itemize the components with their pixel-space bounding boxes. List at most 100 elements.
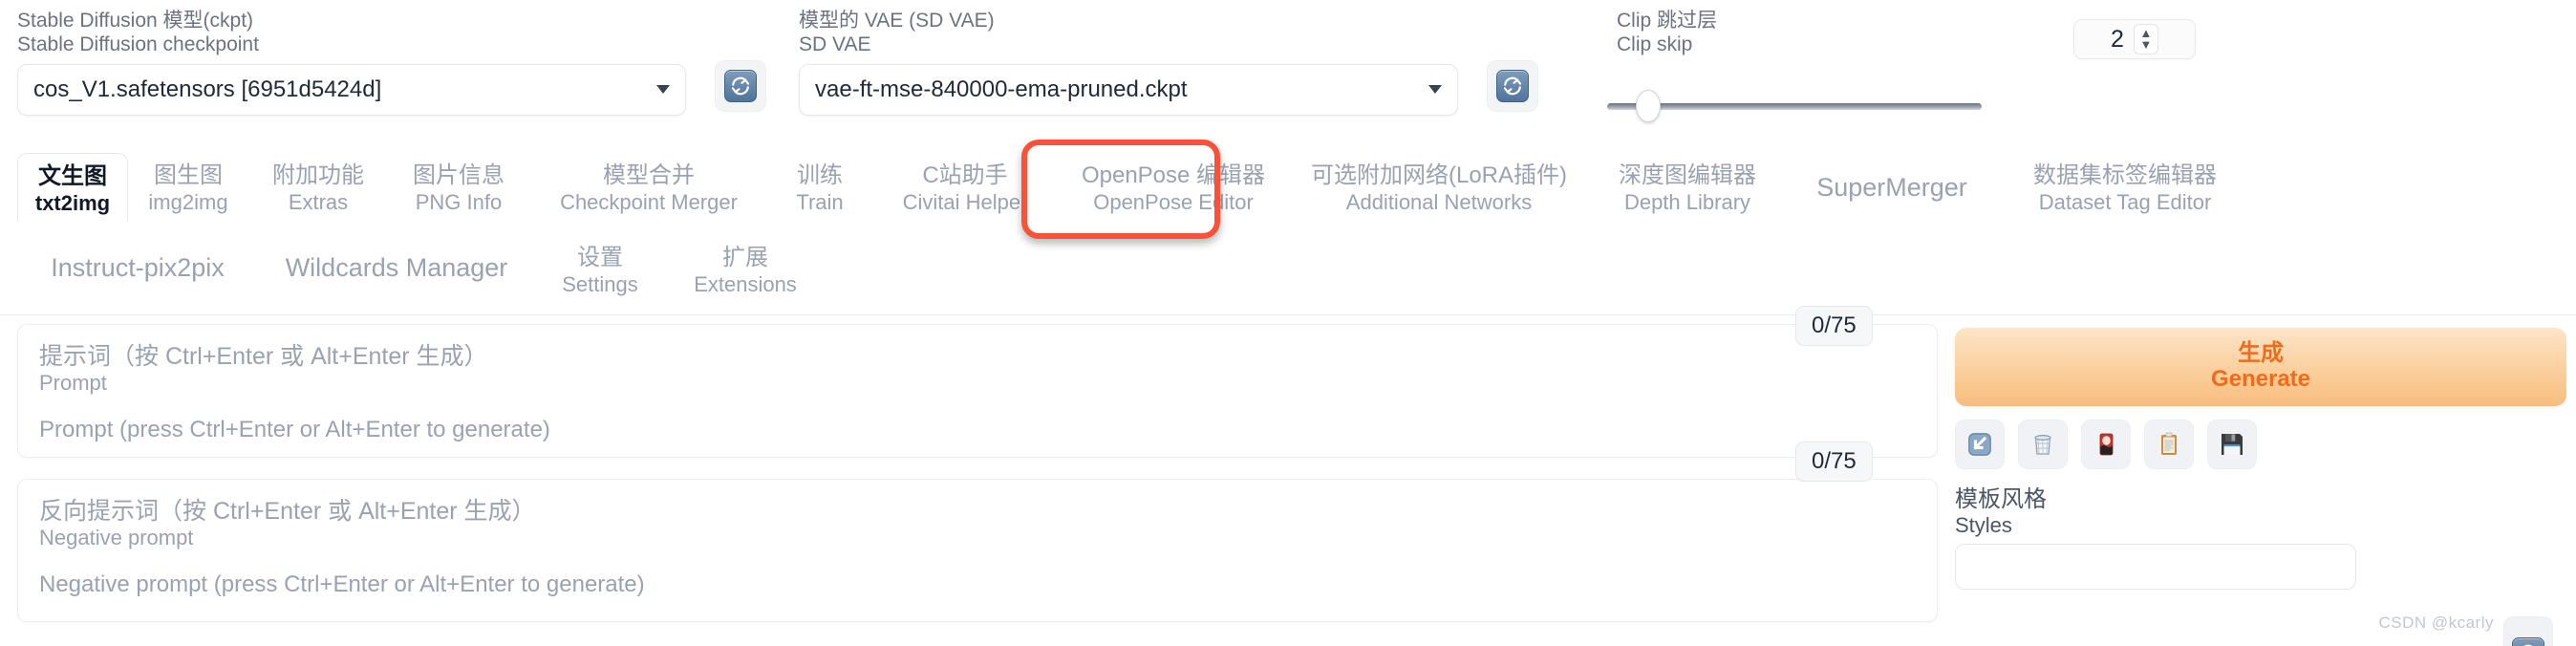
clip-skip-slider-thumb[interactable] (1636, 90, 1661, 122)
tab-depth-library-en: Depth Library (1623, 189, 1751, 214)
prompt-box: 提示词（按 Ctrl+Enter 或 Alt+Enter 生成） Prompt … (17, 324, 1938, 458)
sd-vae-refresh-button[interactable] (1487, 60, 1538, 112)
tab-extras-en: Extras (288, 189, 349, 214)
prompt-label-en: Prompt (39, 371, 107, 395)
tab-additional-networks-cn: 可选附加网络(LoRA插件) (1310, 162, 1568, 188)
chevron-down-icon: ▼ (2139, 37, 2153, 52)
tab-txt2img-en: txt2img (34, 190, 111, 215)
tab-openpose-editor-cn: OpenPose 编辑器 (1081, 162, 1266, 188)
prompt-tool-row (1955, 420, 2566, 469)
chevron-down-icon (656, 85, 670, 95)
tab-openpose-editor[interactable]: OpenPose 编辑器 OpenPose Editor (1059, 153, 1288, 221)
sd-vae-label: 模型的 VAE (SD VAE) SD VAE (799, 10, 1458, 57)
negative-prompt-input[interactable]: Negative prompt (press Ctrl+Enter or Alt… (39, 571, 1916, 602)
prompt-column: 提示词（按 Ctrl+Enter 或 Alt+Enter 生成） Prompt … (17, 324, 1938, 622)
styles-dropdown[interactable] (1955, 544, 2356, 591)
tab-additional-networks[interactable]: 可选附加网络(LoRA插件) Additional Networks (1288, 153, 1590, 221)
tab-supermerger[interactable]: SuperMerger (1785, 153, 1999, 208)
sd-vae-label-cn: 模型的 VAE (SD VAE) (799, 10, 995, 32)
tab-txt2img[interactable]: 文生图 txt2img (17, 153, 128, 224)
negative-prompt-label-cn: 反向提示词（按 Ctrl+Enter 或 Alt+Enter 生成） (39, 498, 536, 525)
generate-button-cn: 生成 (2238, 340, 2284, 367)
save-style-button[interactable] (2207, 420, 2257, 469)
clear-prompt-button[interactable] (2018, 420, 2068, 469)
wastebasket-icon (2034, 435, 2051, 455)
clip-skip-field: Clip 跳过层 Clip skip 2 ▲ ▼ (1605, 10, 2312, 122)
sd-vae-refresh-block (1487, 10, 1538, 112)
restore-progress-icon (1968, 433, 1991, 456)
tab-img2img[interactable]: 图生图 img2img (128, 153, 248, 221)
tabs-row-1: 文生图 txt2img 图生图 img2img 附加功能 Extras 图片信息… (17, 153, 2251, 224)
clip-skip-label-en: Clip skip (1617, 32, 1693, 55)
prompt-token-counter: 0/75 (1795, 306, 1873, 346)
tab-depth-library-cn: 深度图编辑器 (1619, 162, 1756, 188)
tab-wildcards-manager[interactable]: Wildcards Manager (258, 231, 535, 289)
prompt-label-cn: 提示词（按 Ctrl+Enter 或 Alt+Enter 生成） (39, 343, 488, 370)
tab-checkpoint-merger-en: Checkpoint Merger (560, 189, 738, 214)
tab-train-en: Train (796, 189, 844, 214)
prompt-label: 提示词（按 Ctrl+Enter 或 Alt+Enter 生成） Prompt (39, 342, 1916, 396)
negative-prompt-box: 反向提示词（按 Ctrl+Enter 或 Alt+Enter 生成） Negat… (17, 479, 1938, 622)
tab-supermerger-cn: SuperMerger (1816, 173, 1967, 202)
tab-additional-networks-en: Additional Networks (1345, 189, 1533, 214)
tab-png-info-cn: 图片信息 (413, 162, 504, 188)
tab-settings-en: Settings (562, 271, 638, 296)
tab-png-info[interactable]: 图片信息 PNG Info (388, 153, 529, 221)
tab-extensions[interactable]: 扩展 Extensions (665, 231, 826, 303)
chevron-down-icon (1428, 85, 1442, 95)
main-content: 提示词（按 Ctrl+Enter 或 Alt+Enter 生成） Prompt … (0, 306, 2576, 646)
refresh-icon (2512, 637, 2544, 646)
main-tabs: 文生图 txt2img 图生图 img2img 附加功能 Extras 图片信息… (0, 140, 2576, 315)
negative-prompt-token-counter: 0/75 (1795, 441, 1873, 482)
apply-style-button[interactable] (2081, 420, 2131, 469)
clipboard-icon (2161, 432, 2177, 455)
generate-button[interactable]: 生成 Generate (1955, 328, 2566, 406)
clip-skip-label: Clip 跳过层 Clip skip (1605, 10, 2312, 57)
paste-clipboard-button[interactable] (2144, 420, 2194, 469)
tabs-row-2: Instruct-pix2pix Wildcards Manager 设置 Se… (17, 231, 826, 303)
tab-civitai-helper[interactable]: C站助手 Civitai Helper (871, 153, 1059, 221)
tab-dataset-tag-editor-cn: 数据集标签编辑器 (2033, 162, 2217, 188)
styles-label: 模板风格 Styles (1955, 486, 2566, 538)
clip-skip-stepper[interactable]: ▲ ▼ (2133, 24, 2158, 54)
checkpoint-dropdown[interactable]: cos_V1.safetensors [6951d5424d] (17, 63, 686, 116)
checkpoint-value: cos_V1.safetensors [6951d5424d] (33, 75, 382, 102)
tab-extras[interactable]: 附加功能 Extras (248, 153, 388, 221)
generate-button-en: Generate (2210, 366, 2311, 392)
tab-png-info-en: PNG Info (415, 189, 503, 214)
csdn-watermark: CSDN @kcarly (2378, 614, 2494, 632)
tab-extensions-cn: 扩展 (722, 245, 768, 270)
sd-vae-dropdown[interactable]: vae-ft-mse-840000-ema-pruned.ckpt (799, 63, 1458, 116)
clip-skip-number-input[interactable]: 2 ▲ ▼ (2073, 19, 2196, 59)
tab-img2img-en: img2img (148, 189, 228, 214)
tab-checkpoint-merger[interactable]: 模型合并 Checkpoint Merger (529, 153, 768, 221)
tab-extensions-en: Extensions (694, 271, 797, 296)
styles-label-en: Styles (1955, 513, 2012, 538)
tab-instruct-pix2pix[interactable]: Instruct-pix2pix (17, 231, 258, 289)
tab-dataset-tag-editor[interactable]: 数据集标签编辑器 Dataset Tag Editor (1999, 153, 2251, 221)
negative-prompt-label-en: Negative prompt (39, 526, 194, 549)
tab-settings[interactable]: 设置 Settings (535, 231, 665, 303)
clip-skip-slider-track[interactable] (1607, 103, 1982, 110)
tab-extras-cn: 附加功能 (272, 162, 364, 188)
tab-wildcards-manager-cn: Wildcards Manager (285, 253, 508, 282)
refresh-icon (724, 70, 757, 102)
webui-page: Stable Diffusion 模型(ckpt) Stable Diffusi… (0, 0, 2576, 646)
tab-civitai-helper-cn: C站助手 (922, 162, 1008, 188)
tab-train[interactable]: 训练 Train (768, 153, 871, 221)
checkpoint-refresh-button[interactable] (715, 60, 766, 112)
clip-skip-label-cn: Clip 跳过层 (1617, 10, 1718, 32)
styles-label-cn: 模板风格 (1955, 486, 2047, 512)
tab-dataset-tag-editor-en: Dataset Tag Editor (2038, 189, 2212, 214)
tab-openpose-editor-en: OpenPose Editor (1093, 189, 1254, 214)
prompt-input[interactable]: Prompt (press Ctrl+Enter or Alt+Enter to… (39, 417, 1916, 447)
tab-instruct-pix2pix-cn: Instruct-pix2pix (51, 253, 225, 282)
tab-depth-library[interactable]: 深度图编辑器 Depth Library (1590, 153, 1785, 221)
tab-txt2img-cn: 文生图 (38, 163, 107, 189)
tab-train-cn: 训练 (797, 162, 843, 188)
sd-vae-label-en: SD VAE (799, 32, 871, 55)
top-settings-bar: Stable Diffusion 模型(ckpt) Stable Diffusi… (0, 0, 2576, 153)
restore-progress-button[interactable] (1955, 420, 2005, 469)
styles-refresh-button[interactable] (2503, 616, 2553, 646)
tab-settings-cn: 设置 (577, 245, 623, 270)
